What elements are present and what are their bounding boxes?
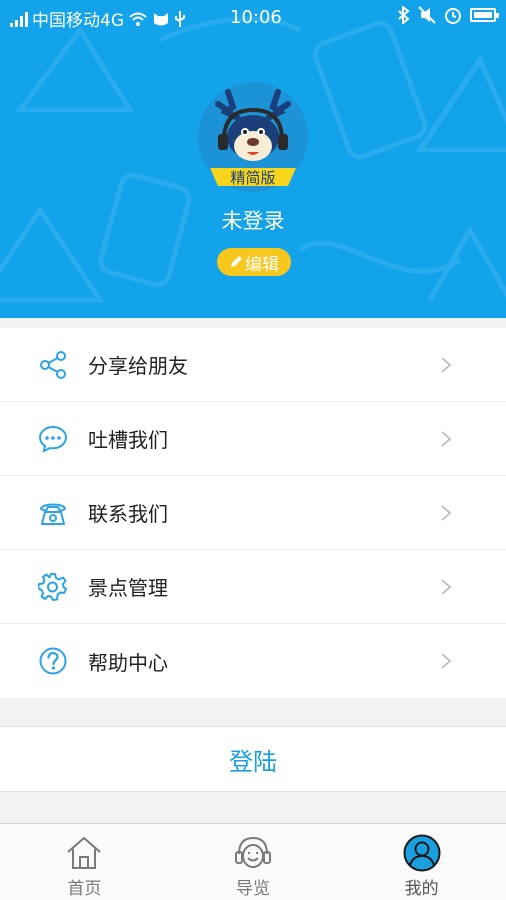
carrier-label: 中国移动4G: [32, 11, 124, 31]
share-icon: [40, 351, 66, 379]
chat-bubble-icon: [38, 425, 68, 453]
chevron-right-icon: [441, 653, 452, 669]
help-icon: [39, 647, 67, 675]
tab-guide[interactable]: 导览: [169, 824, 338, 900]
menu-item-scenic-management[interactable]: 景点管理: [0, 550, 506, 624]
menu-item-feedback[interactable]: 吐槽我们: [0, 402, 506, 476]
status-time: 10:06: [230, 7, 282, 28]
signal-icon: [10, 11, 28, 27]
status-bar: 中国移动4G 10:06: [0, 0, 506, 36]
cat-notification-icon: [154, 12, 168, 25]
telephone-icon: [40, 503, 66, 525]
menu-label: 景点管理: [88, 576, 168, 600]
chevron-right-icon: [441, 505, 452, 521]
tab-label: 首页: [67, 879, 102, 899]
tab-label: 我的: [404, 879, 439, 899]
login-state: 未登录: [221, 209, 285, 233]
menu-label: 分享给朋友: [88, 354, 188, 378]
bottom-tab-bar: 首页 导览 我的: [0, 823, 506, 900]
menu-item-share[interactable]: 分享给朋友: [0, 328, 506, 402]
tab-mine[interactable]: 我的: [337, 824, 506, 900]
menu-label: 联系我们: [88, 502, 168, 526]
tab-home[interactable]: 首页: [0, 824, 169, 900]
gear-icon: [38, 573, 67, 601]
deer-mascot-icon: 精简版: [198, 82, 308, 192]
profile-icon: [403, 834, 441, 872]
chevron-right-icon: [441, 357, 452, 373]
bluetooth-icon: [398, 6, 410, 24]
menu-label: 吐槽我们: [88, 428, 168, 452]
edit-label: 编辑: [245, 254, 279, 275]
menu-item-help[interactable]: 帮助中心: [0, 624, 506, 698]
usb-icon: [175, 10, 185, 27]
menu-label: 帮助中心: [88, 650, 168, 675]
edit-profile-button[interactable]: 编辑: [217, 248, 291, 276]
settings-menu: 分享给朋友 吐槽我们 联系我们 景点管理 帮助中心: [0, 328, 506, 698]
avatar[interactable]: 精简版: [198, 82, 308, 192]
wifi-icon: [129, 12, 147, 26]
menu-item-contact[interactable]: 联系我们: [0, 476, 506, 550]
battery-icon: [470, 8, 499, 22]
mute-icon: [418, 6, 436, 24]
chevron-right-icon: [441, 431, 452, 447]
pencil-icon: [231, 256, 242, 267]
avatar-badge: 精简版: [230, 169, 275, 187]
alarm-icon: [445, 8, 461, 24]
chevron-right-icon: [441, 579, 452, 595]
login-button[interactable]: 登陆: [0, 726, 506, 792]
tab-label: 导览: [236, 879, 270, 899]
profile-header: 中国移动4G 10:06 精简版 未登录 编辑: [0, 0, 506, 318]
headphone-guide-icon: [235, 836, 271, 868]
home-icon: [67, 837, 101, 869]
